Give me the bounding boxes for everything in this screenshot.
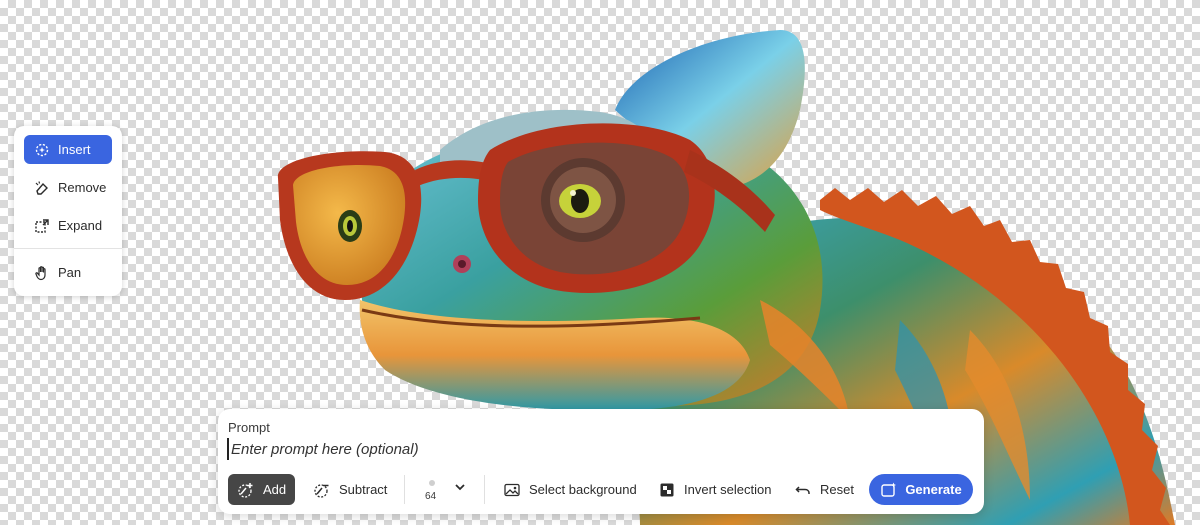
divider <box>404 475 405 504</box>
brush-preview-dot <box>429 480 435 486</box>
invert-selection-button[interactable]: Invert selection <box>658 474 771 505</box>
generate-label: Generate <box>905 482 962 497</box>
subtract-label: Subtract <box>339 482 388 497</box>
insert-sparkle-icon <box>34 142 50 158</box>
invert-selection-label: Invert selection <box>684 482 772 497</box>
reset-label: Reset <box>820 482 854 497</box>
toolbar-divider <box>14 248 122 249</box>
hand-icon <box>34 265 50 281</box>
brush-size-control[interactable]: 64 <box>423 476 473 504</box>
brush-size-value: 64 <box>425 491 437 502</box>
side-toolbar: Insert Remove Expand Pan <box>14 126 122 296</box>
undo-icon <box>794 481 812 499</box>
expand-tool-button[interactable]: Expand <box>24 211 112 240</box>
pan-tool-label: Pan <box>58 265 82 280</box>
remove-tool-label: Remove <box>58 180 107 195</box>
chevron-down-icon[interactable] <box>453 480 467 494</box>
select-background-label: Select background <box>529 482 637 497</box>
select-background-button[interactable]: Select background <box>503 474 637 505</box>
subtract-brush-icon <box>313 481 331 499</box>
prompt-label: Prompt <box>228 420 270 435</box>
expand-tool-label: Expand <box>58 218 103 233</box>
generate-button[interactable]: Generate <box>869 474 973 505</box>
remove-tool-button[interactable]: Remove <box>24 173 112 202</box>
insert-tool-button[interactable]: Insert <box>24 135 112 164</box>
pan-tool-button[interactable]: Pan <box>24 258 112 287</box>
add-button[interactable]: Add <box>228 474 295 505</box>
generate-sparkle-icon <box>880 481 898 499</box>
add-label: Add <box>263 482 287 497</box>
reset-button[interactable]: Reset <box>794 474 854 505</box>
expand-icon <box>34 218 50 234</box>
prompt-input[interactable] <box>227 438 973 460</box>
invert-icon <box>658 481 676 499</box>
image-icon <box>503 481 521 499</box>
divider <box>484 475 485 504</box>
subtract-button[interactable]: Subtract <box>311 474 387 505</box>
prompt-panel: Prompt Add Subtract 64 Select background… <box>218 409 984 514</box>
remove-eraser-icon <box>34 180 50 196</box>
insert-tool-label: Insert <box>58 142 91 157</box>
add-brush-icon <box>237 481 255 499</box>
